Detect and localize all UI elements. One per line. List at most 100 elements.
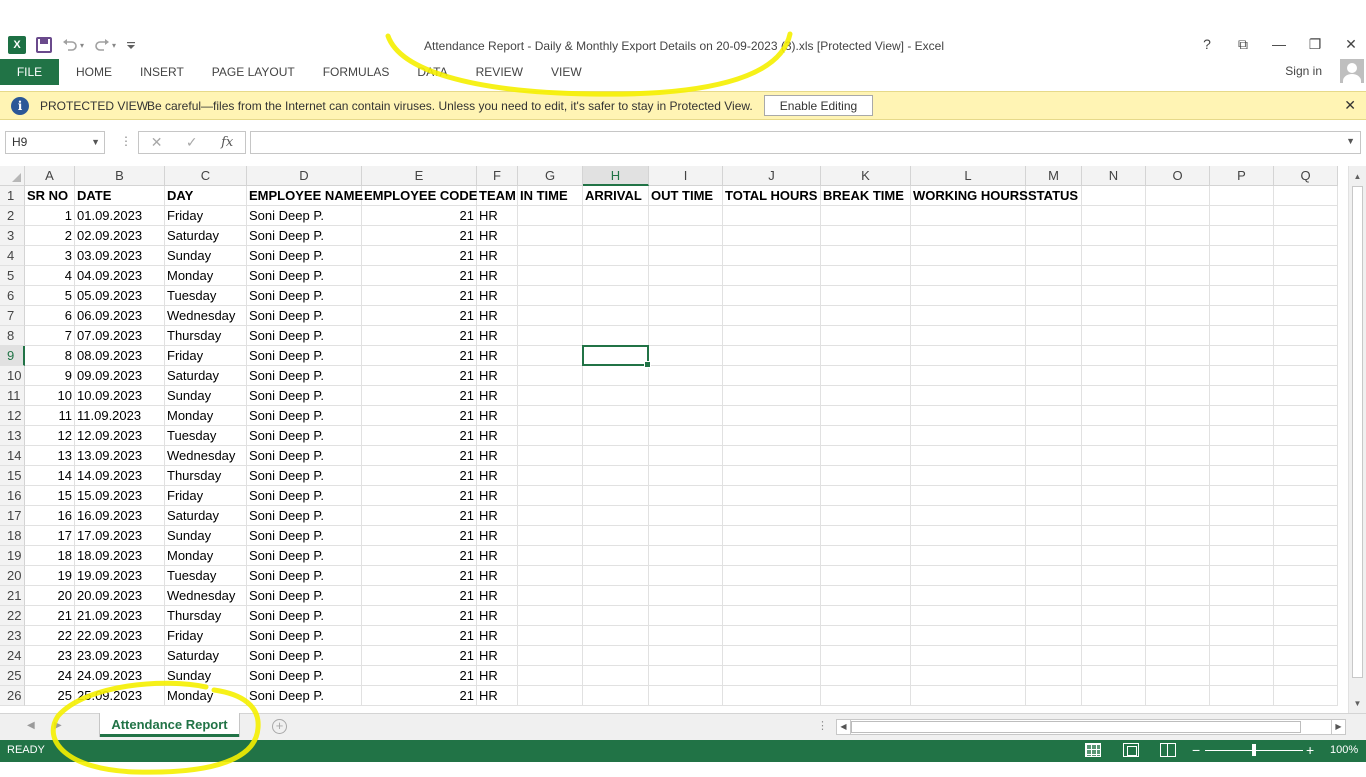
row-header[interactable]: 21	[0, 586, 25, 606]
horizontal-scrollbar[interactable]: ◀ ▶	[836, 719, 1346, 735]
empty-cell[interactable]	[1082, 366, 1146, 386]
column-header-g[interactable]: G	[518, 166, 583, 186]
zoom-in-icon[interactable]: +	[1306, 742, 1314, 758]
data-cell[interactable]: 2	[25, 226, 75, 246]
page-break-view-icon[interactable]	[1160, 743, 1176, 757]
empty-cell[interactable]	[1274, 506, 1338, 526]
row-header[interactable]: 25	[0, 666, 25, 686]
empty-cell[interactable]	[1210, 246, 1274, 266]
empty-cell[interactable]	[1082, 506, 1146, 526]
empty-cell[interactable]	[821, 666, 911, 686]
empty-cell[interactable]	[1210, 546, 1274, 566]
data-cell[interactable]: 24.09.2023	[75, 666, 165, 686]
empty-cell[interactable]	[583, 446, 649, 466]
data-cell[interactable]: Friday	[165, 206, 247, 226]
empty-cell[interactable]	[1082, 646, 1146, 666]
empty-cell[interactable]	[583, 426, 649, 446]
empty-cell[interactable]	[1026, 466, 1082, 486]
empty-cell[interactable]	[911, 346, 1026, 366]
empty-cell[interactable]	[649, 466, 723, 486]
data-cell[interactable]: HR	[477, 246, 518, 266]
column-header-f[interactable]: F	[477, 166, 518, 186]
data-cell[interactable]: 21	[362, 226, 477, 246]
empty-cell[interactable]	[1146, 506, 1210, 526]
data-cell[interactable]: 03.09.2023	[75, 246, 165, 266]
data-cell[interactable]: HR	[477, 626, 518, 646]
enable-editing-button[interactable]: Enable Editing	[764, 95, 873, 116]
empty-cell[interactable]	[911, 666, 1026, 686]
empty-cell[interactable]	[1082, 426, 1146, 446]
empty-cell[interactable]	[518, 506, 583, 526]
empty-cell[interactable]	[1146, 686, 1210, 706]
empty-cell[interactable]	[911, 266, 1026, 286]
empty-cell[interactable]	[518, 446, 583, 466]
empty-cell[interactable]	[821, 446, 911, 466]
data-cell[interactable]: Soni Deep P.	[247, 686, 362, 706]
empty-cell[interactable]	[583, 406, 649, 426]
empty-cell[interactable]	[1082, 446, 1146, 466]
empty-cell[interactable]	[518, 546, 583, 566]
empty-cell[interactable]	[1026, 326, 1082, 346]
empty-cell[interactable]	[583, 486, 649, 506]
empty-cell[interactable]	[1146, 626, 1210, 646]
data-cell[interactable]: Soni Deep P.	[247, 426, 362, 446]
empty-cell[interactable]	[723, 406, 821, 426]
empty-cell[interactable]	[1082, 486, 1146, 506]
header-cell[interactable]: BREAK TIME	[821, 186, 911, 206]
undo-dropdown-icon[interactable]: ▾	[80, 41, 84, 50]
empty-cell[interactable]	[1082, 226, 1146, 246]
vertical-scroll-thumb[interactable]	[1352, 186, 1363, 678]
empty-cell[interactable]	[649, 686, 723, 706]
empty-cell[interactable]	[1274, 486, 1338, 506]
empty-cell[interactable]	[1026, 346, 1082, 366]
insert-function-icon[interactable]: fx	[221, 135, 233, 150]
data-cell[interactable]: HR	[477, 226, 518, 246]
empty-cell[interactable]	[1146, 466, 1210, 486]
data-cell[interactable]: 10	[25, 386, 75, 406]
row-header[interactable]: 14	[0, 446, 25, 466]
empty-cell[interactable]	[1146, 326, 1210, 346]
horizontal-scroll-thumb[interactable]	[851, 721, 1301, 733]
formula-input[interactable]: ▼	[250, 131, 1361, 154]
data-cell[interactable]: 21	[362, 626, 477, 646]
empty-cell[interactable]	[583, 646, 649, 666]
data-cell[interactable]: 22.09.2023	[75, 626, 165, 646]
empty-cell[interactable]	[911, 546, 1026, 566]
empty-cell[interactable]	[1210, 386, 1274, 406]
empty-cell[interactable]	[583, 606, 649, 626]
zoom-slider-thumb[interactable]	[1252, 744, 1256, 756]
data-cell[interactable]: 13	[25, 446, 75, 466]
data-cell[interactable]: 21	[362, 406, 477, 426]
tab-data[interactable]: DATA	[403, 59, 461, 85]
data-cell[interactable]: 19	[25, 566, 75, 586]
empty-cell[interactable]	[821, 626, 911, 646]
enter-icon[interactable]: ✓	[186, 134, 198, 151]
empty-cell[interactable]	[1026, 206, 1082, 226]
vertical-scrollbar[interactable]: ▲ ▼	[1348, 166, 1366, 713]
data-cell[interactable]: 14	[25, 466, 75, 486]
data-cell[interactable]: Wednesday	[165, 306, 247, 326]
tab-formulas[interactable]: FORMULAS	[309, 59, 404, 85]
empty-cell[interactable]	[1210, 666, 1274, 686]
row-header[interactable]: 23	[0, 626, 25, 646]
empty-cell[interactable]	[518, 306, 583, 326]
empty-cell[interactable]	[1026, 286, 1082, 306]
data-cell[interactable]: 14.09.2023	[75, 466, 165, 486]
empty-cell[interactable]	[518, 566, 583, 586]
data-cell[interactable]: HR	[477, 466, 518, 486]
empty-cell[interactable]	[518, 226, 583, 246]
data-cell[interactable]: HR	[477, 326, 518, 346]
data-cell[interactable]: 21	[362, 306, 477, 326]
empty-cell[interactable]	[583, 266, 649, 286]
data-cell[interactable]: 21	[362, 246, 477, 266]
empty-cell[interactable]	[911, 366, 1026, 386]
data-cell[interactable]: HR	[477, 446, 518, 466]
page-layout-view-icon[interactable]	[1123, 743, 1139, 757]
data-cell[interactable]: Sunday	[165, 666, 247, 686]
empty-cell[interactable]	[1026, 246, 1082, 266]
empty-cell[interactable]	[1082, 246, 1146, 266]
data-cell[interactable]: Soni Deep P.	[247, 386, 362, 406]
empty-cell[interactable]	[821, 526, 911, 546]
empty-cell[interactable]	[723, 286, 821, 306]
data-cell[interactable]: Soni Deep P.	[247, 486, 362, 506]
